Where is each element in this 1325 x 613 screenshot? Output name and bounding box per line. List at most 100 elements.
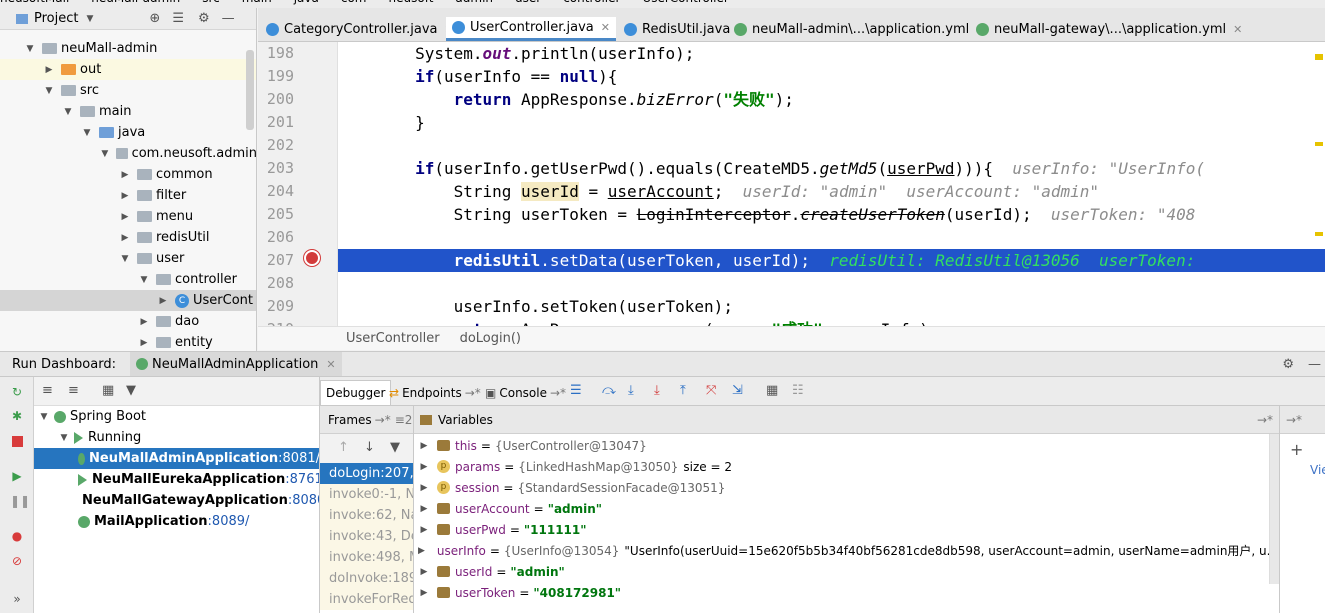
run-tree-item[interactable]: ▼ Spring Boot <box>34 406 319 427</box>
breadcrumb-item[interactable]: user <box>515 0 541 5</box>
crosshair-icon[interactable]: ⊕ <box>149 11 160 26</box>
hide-icon[interactable]: — <box>1308 357 1321 372</box>
breadcrumb-class[interactable]: UserController <box>346 331 440 346</box>
chevron-down-icon[interactable]: ▼ <box>43 86 55 96</box>
error-stripe-marker[interactable] <box>1315 54 1323 60</box>
tab-console[interactable]: ▣ Console →* <box>480 380 571 405</box>
tab-usercontroller-java[interactable]: UserController.java ✕ <box>446 17 616 41</box>
code-line-208[interactable] <box>338 272 1325 295</box>
frame-item[interactable]: invoke0:-1, Na <box>320 484 413 505</box>
chevron-down-icon[interactable]: ▼ <box>86 14 93 24</box>
debug-icon[interactable]: ✱ <box>10 409 24 423</box>
run-item-port[interactable]: :8080 <box>288 493 319 508</box>
tree-item[interactable]: ▼ main <box>0 101 256 122</box>
code-line-205[interactable]: String userToken = LoginInterceptor.crea… <box>338 203 1325 226</box>
error-stripe-marker[interactable] <box>1315 142 1323 146</box>
collapse-all-icon[interactable]: ≡ <box>68 383 79 398</box>
run-tree-item[interactable]: ▼ Running <box>34 427 319 448</box>
tree-item[interactable]: ▶ dao <box>0 311 256 332</box>
chevron-down-icon[interactable]: ▼ <box>100 149 110 159</box>
tab-categorycontroller-java[interactable]: CategoryController.java✕ <box>260 17 460 41</box>
tree-item[interactable]: ▶ menu <box>0 206 256 227</box>
close-icon[interactable]: ✕ <box>326 358 335 371</box>
chevron-right-icon[interactable]: ▶ <box>418 567 430 577</box>
show-execution-point-icon[interactable]: ☰ <box>570 383 582 398</box>
chevron-right-icon[interactable]: ▶ <box>418 441 430 451</box>
pin-icon[interactable]: →* <box>1257 413 1273 427</box>
pin-icon[interactable]: →* <box>550 386 566 400</box>
trace-icon[interactable]: ☷ <box>792 383 804 398</box>
frame-item[interactable]: invoke:498, Me <box>320 547 413 568</box>
breadcrumb-method[interactable]: doLogin() <box>460 331 521 346</box>
chevron-right-icon[interactable]: ▶ <box>138 317 150 327</box>
variable-row[interactable]: ▶ p session = {StandardSessionFacade@13051} <box>414 477 1279 498</box>
frame-item[interactable]: invoke:62, Nat <box>320 505 413 526</box>
close-icon[interactable]: ✕ <box>601 21 610 34</box>
code-line-206[interactable] <box>338 226 1325 249</box>
gear-icon[interactable]: ⚙ <box>198 11 210 26</box>
code-line-210[interactable]: return AppResponse.success( msg: "成功", u… <box>338 318 1325 326</box>
more-icon[interactable]: » <box>10 592 24 606</box>
code-editor[interactable]: 198199200201202203204205206207208209210 … <box>258 42 1325 326</box>
chevron-down-icon[interactable]: ▼ <box>62 107 74 117</box>
tree-item[interactable]: ▶ out <box>0 59 256 80</box>
chevron-down-icon[interactable]: ▼ <box>138 275 150 285</box>
tree-item[interactable]: ▼ user <box>0 248 256 269</box>
tree-item[interactable]: ▶ filter <box>0 185 256 206</box>
breakpoint-icon[interactable] <box>304 250 320 266</box>
run-tree-item[interactable]: NeuMallGatewayApplication:8080 <box>34 490 319 511</box>
tree-item[interactable]: ▼ src <box>0 80 256 101</box>
tab-endpoints[interactable]: ⇄ Endpoints →* <box>384 380 486 405</box>
add-watch-icon[interactable]: + <box>1290 440 1303 459</box>
error-stripe-marker[interactable] <box>1315 232 1323 236</box>
step-into-icon[interactable]: ⤓ <box>628 383 634 398</box>
watch-view-link[interactable]: View <box>1310 463 1325 477</box>
frame-item[interactable]: doInvoke:189, <box>320 568 413 589</box>
chevron-down-icon[interactable]: ▼ <box>24 44 36 54</box>
tree-item[interactable]: ▶ C UserCont <box>0 290 256 311</box>
chevron-right-icon[interactable]: ▶ <box>418 525 430 535</box>
code-line-202[interactable] <box>338 134 1325 157</box>
run-tree-item[interactable]: NeuMallEurekaApplication:8761/ <box>34 469 319 490</box>
evaluate-expression-icon[interactable]: ▦ <box>766 383 778 398</box>
step-over-icon[interactable]: ⤼ <box>602 383 616 398</box>
tree-item[interactable]: ▼ controller <box>0 269 256 290</box>
filter-icon[interactable]: ▼ <box>390 440 400 455</box>
variable-row[interactable]: ▶ userPwd = "111111" <box>414 519 1279 540</box>
tree-item[interactable]: ▼ java <box>0 122 256 143</box>
chevron-down-icon[interactable]: ▼ <box>81 128 93 138</box>
tree-item[interactable]: ▶ redisUtil <box>0 227 256 248</box>
project-title[interactable]: Project <box>34 11 78 26</box>
breadcrumb-item[interactable]: neusoft <box>389 0 434 5</box>
filter-icon[interactable]: ▼ <box>126 383 136 398</box>
code-line-200[interactable]: return AppResponse.bizError("失败"); <box>338 88 1325 111</box>
chevron-right-icon[interactable]: ▶ <box>418 546 425 556</box>
run-tree-item[interactable]: MailApplication:8089/ <box>34 511 319 532</box>
variable-row[interactable]: ▶ this = {UserController@13047} <box>414 435 1279 456</box>
tree-item[interactable]: ▶ common <box>0 164 256 185</box>
scrollbar[interactable] <box>246 50 254 130</box>
chevron-right-icon[interactable]: ▶ <box>418 483 430 493</box>
breadcrumb[interactable]: neusoftMall neuMall-admin src main java com ne… <box>0 0 751 5</box>
breadcrumb-item[interactable]: java <box>294 0 319 5</box>
resume-icon[interactable]: ▶ <box>10 469 24 483</box>
pin-icon[interactable]: →* <box>375 413 391 427</box>
code-line-209[interactable]: userInfo.setToken(userToken); <box>338 295 1325 318</box>
code-line-203[interactable]: if(userInfo.getUserPwd().equals(CreateMD… <box>338 157 1325 180</box>
breadcrumb-item[interactable]: src <box>202 0 220 5</box>
chevron-right-icon[interactable]: ▶ <box>119 191 131 201</box>
step-out-icon[interactable]: ⤒ <box>680 383 686 398</box>
close-icon[interactable]: ✕ <box>1233 23 1242 36</box>
layout-icon[interactable]: ≡2 <box>395 413 413 427</box>
chevron-right-icon[interactable]: ▶ <box>119 170 131 180</box>
variable-row[interactable]: ▶ userInfo = {UserInfo@13054} "UserInfo(user… <box>414 540 1279 561</box>
view-breakpoints-icon[interactable]: ● <box>10 529 24 543</box>
down-arrow-icon[interactable]: ↓ <box>364 440 375 455</box>
code-line-199[interactable]: if(userInfo == null){ <box>338 65 1325 88</box>
code-line-198[interactable]: System.out.println(userInfo); <box>338 42 1325 65</box>
chevron-right-icon[interactable]: ▶ <box>119 212 131 222</box>
force-step-into-icon[interactable]: ⤓ <box>654 383 660 398</box>
code-line-207-current[interactable]: redisUtil.setData(userToken, userId); re… <box>338 249 1325 272</box>
chevron-right-icon[interactable]: ▶ <box>138 338 150 348</box>
breadcrumb-item[interactable]: neuMall-admin <box>91 0 180 5</box>
